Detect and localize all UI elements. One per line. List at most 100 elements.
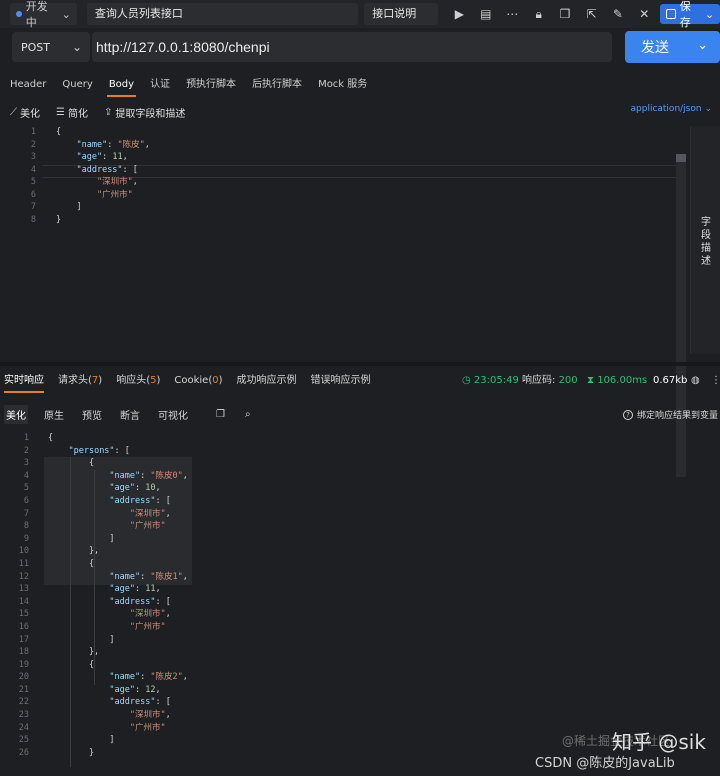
line-number: 6 <box>23 495 29 506</box>
response-tab-count-wrap: (7) <box>88 375 103 386</box>
close-icon[interactable]: ✕ <box>633 3 656 25</box>
view-tab-raw[interactable]: 原生 <box>42 405 66 424</box>
code-line: { <box>48 659 95 670</box>
document-icon[interactable]: ▤ <box>474 3 497 25</box>
code-line: "深圳市", <box>129 710 171 721</box>
bind-response-to-variable[interactable]: ? 绑定响应结果到变量 <box>622 408 718 421</box>
line-number: 3 <box>30 152 36 162</box>
list-icon: ☰ <box>56 106 65 118</box>
code-line: "address": [ <box>76 164 138 175</box>
chevron-down-icon: ⌄ <box>697 38 708 53</box>
environment-selector[interactable]: 开发中 ⌄ <box>10 0 77 29</box>
response-tab-0[interactable]: 实时响应 <box>4 369 44 393</box>
status-code: 响应码: 200 <box>522 368 578 394</box>
more-icon[interactable]: ⋮ <box>711 368 720 394</box>
code-line: } <box>56 214 62 225</box>
code-line: "深圳市", <box>129 609 171 620</box>
view-tab-beautify[interactable]: 美化 <box>4 404 28 424</box>
api-description-button[interactable]: 接口说明 <box>364 3 438 25</box>
line-number: 7 <box>30 202 36 212</box>
chevron-down-icon: ⌄ <box>704 7 715 21</box>
field-description-panel[interactable]: 字段描述 <box>690 126 720 354</box>
response-time: ◷ 23:05:49 <box>462 368 519 394</box>
copy-icon[interactable]: ❐ <box>214 407 227 422</box>
response-tab-2[interactable]: 响应头(5) <box>116 369 160 393</box>
response-tab-label: 成功响应示例 <box>236 375 297 386</box>
response-time-value: 23:05:49 <box>473 375 519 386</box>
share-icon[interactable]: ⇱ <box>580 3 603 25</box>
tab-post-script[interactable]: 后执行脚本 <box>252 73 302 97</box>
api-title-input[interactable]: 查询人员列表接口 <box>86 3 359 25</box>
code-line: "age": 10, <box>109 483 161 494</box>
line-number-gutter: 1 2 3 4 5 6 7 8 <box>0 126 40 226</box>
response-tab-5[interactable]: 错误响应示例 <box>311 369 371 393</box>
response-tab-4[interactable]: 成功响应示例 <box>237 369 297 393</box>
view-tab-assert[interactable]: 断言 <box>118 405 142 424</box>
more-icon[interactable]: ⋯ <box>501 3 524 25</box>
status-code-label: 响应码: <box>522 375 556 386</box>
request-body-editor[interactable]: 1 2 3 4 5 6 7 8 { "name": "陈皮", "age": 11, "add… <box>0 126 690 477</box>
extract-fields-button[interactable]: ⇪ 提取字段和描述 <box>104 105 185 120</box>
view-tab-visualize[interactable]: 可视化 <box>156 405 190 424</box>
line-number: 12 <box>18 571 29 582</box>
code-area[interactable]: { "name": "陈皮", "age": 11, "address": [ … <box>56 126 150 226</box>
response-tab-3[interactable]: Cookie(0) <box>174 369 222 393</box>
line-number: 3 <box>23 458 29 469</box>
tab-body[interactable]: Body <box>106 73 137 97</box>
response-tab-label: 请求头 <box>58 375 88 386</box>
tab-header[interactable]: Header <box>10 73 46 97</box>
code-line: "深圳市", <box>96 177 138 187</box>
code-line: "广州市" <box>129 722 166 733</box>
save-icon <box>666 9 676 19</box>
response-tab-count: 0 <box>212 375 219 386</box>
line-number: 20 <box>18 672 29 683</box>
response-body-viewer[interactable]: 1 2 3 4 5 6 7 8 9 10 11 12 13 14 15 16 17 18 19 20 21 22 23 24 2… <box>0 432 720 776</box>
code-line: "age": 11, <box>109 584 161 595</box>
line-number: 6 <box>30 189 36 200</box>
send-button[interactable]: 发送 ⌄ <box>625 31 720 63</box>
line-number: 8 <box>30 214 36 225</box>
edit-icon[interactable]: ✎ <box>606 3 629 25</box>
tab-query[interactable]: Query <box>62 73 92 97</box>
tab-mock[interactable]: Mock 服务 <box>318 73 367 97</box>
copy-icon[interactable]: ❐ <box>553 3 576 25</box>
response-tab-label: 实时响应 <box>4 375 44 386</box>
globe-icon[interactable]: ◍ <box>691 368 700 394</box>
chevron-down-icon: ⌄ <box>71 40 82 54</box>
response-tab-count-wrap: (5) <box>146 375 161 386</box>
line-number: 14 <box>18 596 29 607</box>
line-number: 21 <box>18 684 29 695</box>
magic-wand-icon: ⟋ <box>10 106 17 118</box>
line-number: 18 <box>18 647 29 658</box>
code-line: "address": [ <box>109 495 171 506</box>
status-code-value: 200 <box>558 375 578 386</box>
code-line: ] <box>48 533 115 544</box>
url-input[interactable]: http://127.0.0.1:8080/chenpi <box>92 32 612 62</box>
line-number: 19 <box>18 659 29 670</box>
simplify-button[interactable]: ☰ 简化 <box>56 105 88 120</box>
chevron-down-icon: ⌄ <box>704 104 712 114</box>
panel-divider[interactable] <box>0 362 720 366</box>
content-type-label: application/json <box>630 104 702 114</box>
view-tab-preview[interactable]: 预览 <box>80 405 104 424</box>
lock-icon[interactable]: 🔒︎ <box>527 3 550 25</box>
search-icon[interactable]: ⌕ <box>243 407 253 422</box>
help-icon: ? <box>622 409 633 420</box>
save-button[interactable]: 保存 ⌄ <box>660 0 720 29</box>
beautify-button[interactable]: ⟋ 美化 <box>10 105 40 120</box>
response-tab-1[interactable]: 请求头(7) <box>58 369 102 393</box>
response-tab-label: Cookie <box>174 375 209 386</box>
scrollbar[interactable] <box>676 154 686 477</box>
run-icon[interactable]: ▶ <box>448 3 471 25</box>
code-line: }, <box>48 546 100 557</box>
line-number: 2 <box>23 445 29 456</box>
content-type-select[interactable]: application/json ⌄ <box>631 104 713 114</box>
code-line: { <box>48 558 95 569</box>
line-number: 1 <box>23 433 29 443</box>
method-select[interactable]: POST ⌄ <box>12 32 90 62</box>
tab-auth[interactable]: 认证 <box>150 73 170 97</box>
scrollbar-thumb[interactable] <box>676 154 686 162</box>
tab-pre-script[interactable]: 预执行脚本 <box>186 73 236 97</box>
clock-icon: ◷ <box>462 375 474 386</box>
code-line: "深圳市", <box>129 508 171 519</box>
